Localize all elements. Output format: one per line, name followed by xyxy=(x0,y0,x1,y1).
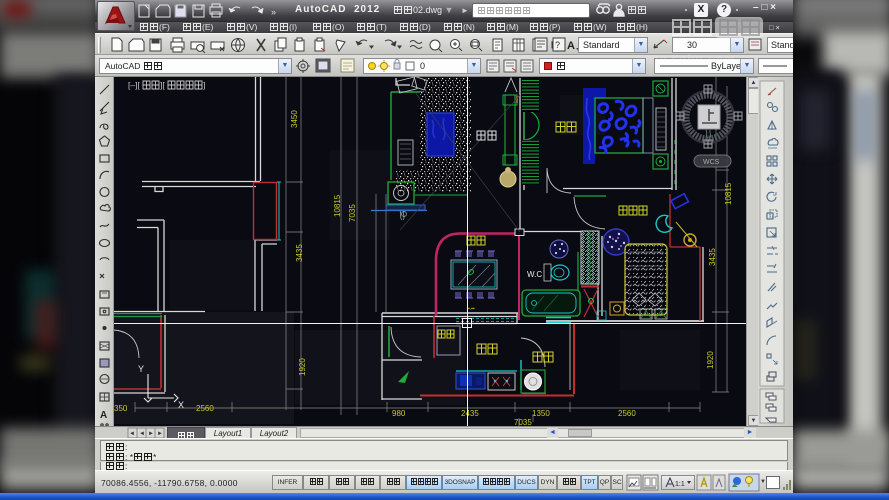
svg-text:350: 350 xyxy=(114,404,128,413)
svg-text:►: ► xyxy=(148,431,154,437)
svg-text:◄: ◄ xyxy=(129,431,135,437)
svg-text:►: ► xyxy=(157,431,163,437)
svg-text:1350: 1350 xyxy=(532,409,550,418)
svg-text:3435: 3435 xyxy=(295,244,304,262)
svg-text:1:1: 1:1 xyxy=(675,481,685,488)
svg-text:▪.▪▪: ▪.▪▪ xyxy=(468,306,475,312)
svg-text:7035: 7035 xyxy=(348,204,357,222)
svg-text:»: » xyxy=(271,7,276,17)
svg-text:980: 980 xyxy=(392,409,406,418)
svg-text:1920: 1920 xyxy=(706,351,715,369)
svg-text:][: ][ xyxy=(160,80,165,90)
svg-text:WCS: WCS xyxy=(703,159,720,166)
svg-text:1920: 1920 xyxy=(298,358,307,376)
svg-text:2560: 2560 xyxy=(196,404,214,413)
svg-text:10815: 10815 xyxy=(724,182,733,205)
svg-text:W.C: W.C xyxy=(527,270,542,279)
svg-text:X: X xyxy=(178,400,184,410)
svg-text:A: A xyxy=(567,40,575,52)
svg-text:◄: ◄ xyxy=(139,431,145,437)
svg-text:10815: 10815 xyxy=(333,194,342,217)
svg-text:A: A xyxy=(100,410,107,421)
svg-text:]: ] xyxy=(203,80,205,90)
svg-text:[–][: [–][ xyxy=(128,80,140,90)
svg-text:3450: 3450 xyxy=(290,110,299,128)
svg-text:3435: 3435 xyxy=(708,248,717,266)
svg-text:2560: 2560 xyxy=(618,409,636,418)
svg-text:?: ? xyxy=(555,40,560,50)
svg-text:2435: 2435 xyxy=(461,409,479,418)
svg-text:Y: Y xyxy=(138,364,144,374)
